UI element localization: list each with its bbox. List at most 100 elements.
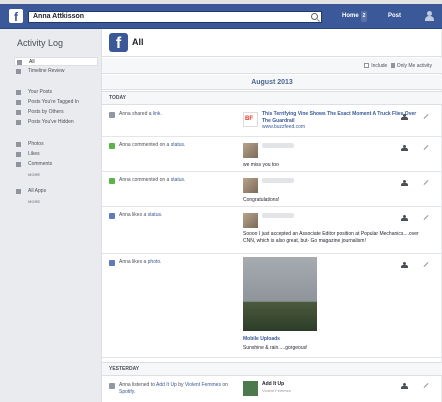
audience-icon[interactable] bbox=[401, 114, 408, 120]
post-link[interactable]: Post bbox=[388, 11, 401, 22]
sidebar-item-label: Posts by Others bbox=[28, 109, 64, 115]
status-link[interactable]: status bbox=[171, 142, 184, 148]
edit-pencil-icon[interactable] bbox=[423, 215, 429, 220]
section-today: TODAY bbox=[102, 91, 442, 105]
album-link[interactable]: Mobile Uploads bbox=[243, 336, 280, 342]
comment-icon bbox=[109, 143, 115, 149]
top-navigation-bar: f Anna Attkisson Home 2 Post bbox=[0, 4, 442, 29]
sidebar-item-label: All Apps bbox=[28, 188, 47, 194]
apps-icon bbox=[16, 189, 21, 194]
artist-link[interactable]: Violent Femmes bbox=[185, 382, 221, 388]
avatar[interactable] bbox=[243, 178, 258, 193]
link-thumbnail[interactable] bbox=[243, 112, 258, 127]
edit-pencil-icon[interactable] bbox=[423, 383, 429, 388]
sidebar-item-all[interactable]: All bbox=[14, 57, 98, 66]
photo-caption: Sunshine & rain.....gorgeous! bbox=[243, 345, 308, 351]
activity-description: Anna commented on a status. bbox=[119, 177, 186, 183]
sidebar-item-posts-by-others[interactable]: Posts by Others bbox=[14, 108, 98, 117]
photo-link[interactable]: photo bbox=[148, 259, 161, 265]
people-icon bbox=[16, 110, 21, 115]
song-link[interactable]: Add It Up bbox=[156, 382, 177, 388]
blurred-name bbox=[262, 143, 294, 148]
friend-requests-icon[interactable] bbox=[424, 11, 434, 22]
sidebar-item-tagged-in[interactable]: Posts You're Tagged In bbox=[14, 98, 98, 107]
sidebar-item-your-posts[interactable]: Your Posts bbox=[14, 88, 98, 97]
section-yesterday: YESTERDAY bbox=[102, 362, 442, 376]
blurred-name bbox=[262, 178, 294, 183]
activity-row: Anna listened to Add It Up by Violent Fe… bbox=[102, 377, 442, 402]
sidebar-item-hidden[interactable]: Posts You've Hidden bbox=[14, 118, 98, 127]
search-icon[interactable] bbox=[311, 13, 318, 20]
song-title[interactable]: Add It Up bbox=[262, 381, 284, 387]
liked-photo[interactable] bbox=[243, 257, 317, 331]
sidebar-item-all-apps[interactable]: All Apps bbox=[14, 187, 98, 196]
like-icon bbox=[16, 152, 21, 157]
activity-log-sidebar: Activity Log All Timeline Review Your Po… bbox=[0, 29, 100, 402]
audience-icon[interactable] bbox=[401, 215, 408, 221]
status-link[interactable]: status bbox=[148, 212, 161, 218]
edit-pencil-icon[interactable] bbox=[423, 180, 429, 185]
activity-row: Anna commented on a status. Congratulati… bbox=[102, 172, 442, 207]
sidebar-item-label: All bbox=[29, 59, 35, 65]
activity-row: Anna shared a link. This Terrifying Vine… bbox=[102, 106, 442, 137]
music-icon bbox=[109, 383, 115, 389]
edit-pencil-icon[interactable] bbox=[423, 262, 429, 267]
sidebar-title: Activity Log bbox=[17, 38, 64, 48]
blurred-name bbox=[262, 213, 294, 218]
list-icon bbox=[17, 60, 22, 65]
activity-log-main: f All Include Only Me activity August 20… bbox=[101, 29, 442, 402]
sidebar-item-label: Posts You're Tagged In bbox=[28, 99, 79, 105]
audience-icon[interactable] bbox=[401, 262, 408, 268]
status-text: Soooo I just accepted an Associate Edito… bbox=[243, 231, 419, 244]
include-label: Include bbox=[371, 63, 388, 69]
audience-icon[interactable] bbox=[401, 180, 408, 186]
like-icon bbox=[109, 260, 115, 266]
home-label: Home bbox=[342, 13, 359, 19]
activity-row: Anna likes a status. Soooo I just accept… bbox=[102, 207, 442, 254]
include-checkbox[interactable] bbox=[364, 63, 370, 68]
edit-pencil-icon[interactable] bbox=[423, 145, 429, 150]
link-title[interactable]: This Terrifying Vine Shows The Exact Mom… bbox=[262, 111, 422, 125]
lock-icon bbox=[390, 63, 395, 68]
sidebar-item-label: Your Posts bbox=[28, 89, 52, 95]
search-input[interactable]: Anna Attkisson bbox=[28, 11, 322, 23]
link-url[interactable]: www.buzzfeed.com bbox=[262, 124, 305, 130]
only-me-filter[interactable]: Include Only Me activity bbox=[364, 62, 432, 70]
sidebar-item-likes[interactable]: Likes bbox=[14, 150, 98, 159]
avatar[interactable] bbox=[243, 213, 258, 228]
sidebar-item-timeline-review[interactable]: Timeline Review bbox=[14, 67, 98, 76]
sidebar-item-photos[interactable]: Photos bbox=[14, 140, 98, 149]
audience-icon[interactable] bbox=[401, 383, 408, 389]
comment-text: we miss you too bbox=[243, 162, 279, 168]
share-icon bbox=[109, 112, 115, 118]
activity-description: Anna listened to Add It Up by Violent Fe… bbox=[119, 382, 228, 395]
only-me-label: Only Me activity bbox=[396, 63, 432, 69]
facebook-logo[interactable]: f bbox=[9, 9, 23, 24]
edit-pencil-icon[interactable] bbox=[423, 114, 429, 119]
sidebar-more-link[interactable]: MORE bbox=[28, 172, 40, 177]
sidebar-item-comments[interactable]: Comments bbox=[14, 160, 98, 169]
activity-description: Anna shared a link. bbox=[119, 111, 162, 117]
activity-row: Anna likes a photo. Mobile Uploads Sunsh… bbox=[102, 254, 442, 358]
home-badge: 2 bbox=[360, 11, 368, 22]
timeline-icon bbox=[16, 69, 21, 74]
like-icon bbox=[109, 213, 115, 219]
person-icon bbox=[16, 90, 21, 95]
album-art[interactable] bbox=[243, 381, 258, 396]
activity-description: Anna likes a photo. bbox=[119, 259, 162, 265]
song-artist: Violent Femmes bbox=[262, 388, 291, 393]
activity-description: Anna likes a status. bbox=[119, 212, 163, 218]
activity-row: Anna commented on a status. we miss you … bbox=[102, 137, 442, 172]
sidebar-item-label: Timeline Review bbox=[28, 68, 65, 74]
comment-icon bbox=[16, 162, 21, 167]
hidden-icon bbox=[16, 120, 21, 125]
search-value: Anna Attkisson bbox=[33, 13, 85, 20]
sidebar-more-link[interactable]: MORE bbox=[28, 199, 40, 204]
month-heading: August 2013 bbox=[102, 75, 442, 90]
home-link[interactable]: Home 2 bbox=[342, 11, 368, 22]
status-link[interactable]: status bbox=[171, 177, 184, 183]
avatar[interactable] bbox=[243, 143, 258, 158]
app-link[interactable]: Spotify bbox=[119, 389, 134, 395]
audience-icon[interactable] bbox=[401, 145, 408, 151]
comment-text: Congratulations! bbox=[243, 197, 280, 203]
